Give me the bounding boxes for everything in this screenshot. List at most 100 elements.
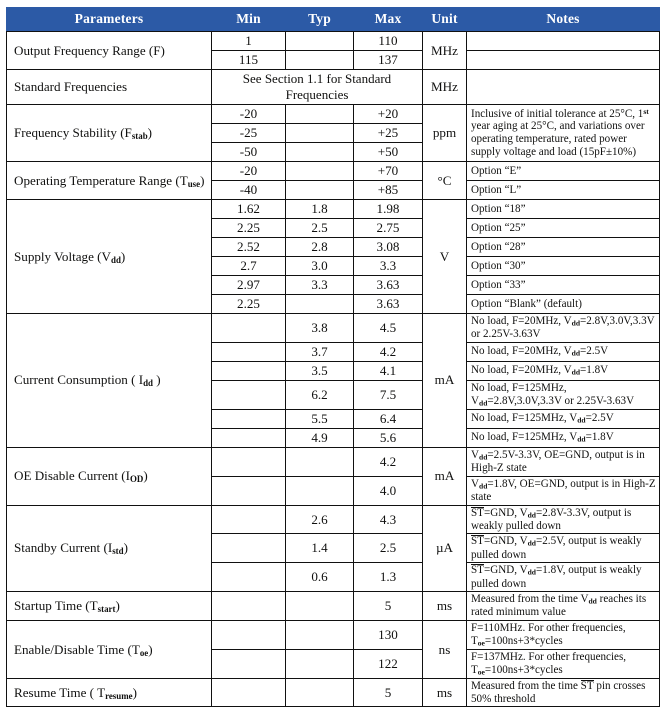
value-max: 1.98 [353,199,423,219]
table-body: Output Frequency Range (F) 1 110 MHz 115 137 S… [6,31,660,707]
value-max: 122 [353,649,423,679]
value-typ: 2.8 [285,237,354,257]
value-max: 137 [353,50,423,70]
value-typ [285,180,354,200]
parameter-name: OE Disable Current (IOD) [6,446,212,506]
value-typ [285,475,354,506]
value-min [211,427,286,448]
value-min [211,591,286,622]
table-row: Operating Temperature Range (Tuse) -20 +70… [6,161,660,200]
value-min: 2.25 [211,218,286,238]
value-typ: 5.5 [285,408,354,429]
value-min [211,504,286,535]
value-typ [285,649,354,679]
value-typ: 3.8 [285,313,354,343]
value-max: 3.08 [353,237,423,257]
note-cell: No load, F=20MHz, Vdd=2.5V [466,341,660,362]
unit-cell: ns [422,620,467,679]
value-min: -40 [211,180,286,200]
column-header-max: Max [353,7,423,32]
table-row: Frequency Stability (Fstab) -20 +20 ppm Incl… [6,104,660,162]
unit-cell: ms [422,677,467,707]
note-cell: No load, F=20MHz, Vdd=1.8V [466,360,660,381]
table-row: Standby Current (Istd) 2.6 4.3 µA ST=GND, Vd… [6,504,660,593]
value-typ [285,104,354,124]
table-row: Resume Time ( Tresume) 5 ms Measured from t… [6,677,660,707]
column-header-parameters: Parameters [6,7,212,32]
table-header: Parameters Min Typ Max Unit Notes [6,7,660,32]
table-row: Standard Frequencies See Section 1.1 for … [6,69,660,105]
note-cell: ST=GND, Vdd=2.8V-3.3V, output is weakly … [466,504,660,535]
value-min: -20 [211,104,286,124]
value-min [211,313,286,343]
value-min [211,475,286,506]
value-min: 2.52 [211,237,286,257]
value-min: 2.7 [211,256,286,276]
table-header-row: Parameters Min Typ Max Unit Notes [6,7,660,32]
value-max: 4.3 [353,504,423,535]
value-max: 3.63 [353,275,423,295]
cropped-text-sliver [8,0,648,4]
note-cell: Option “33” [466,275,660,295]
value-min: -50 [211,142,286,162]
note-cell: Measured from the time ST pin crosses 50… [466,677,660,707]
table-row: Startup Time (Tstart) 5 ms Measured from th… [6,591,660,622]
note-cell: Option “30” [466,256,660,276]
value-typ [285,620,354,651]
value-max: 130 [353,620,423,651]
value-min: 115 [211,50,286,70]
value-min [211,562,286,593]
note-cell [466,69,660,105]
note-cell: Vdd=1.8V, OE=GND, output is in High-Z st… [466,475,660,506]
value-typ [285,50,354,70]
parameter-name: Frequency Stability (Fstab) [6,104,212,162]
value-max: 7.5 [353,379,423,410]
parameter-name: Operating Temperature Range (Tuse) [6,161,212,200]
note-cell: ST=GND, Vdd=2.5V, output is weakly pulle… [466,533,660,564]
unit-cell: mA [422,313,467,448]
note-cell: Option “28” [466,237,660,257]
value-typ: 1.4 [285,533,354,564]
datasheet-page: Parameters Min Typ Max Unit Notes Output Freq… [0,0,667,707]
value-max: 5 [353,591,423,622]
value-max: 4.2 [353,446,423,477]
value-typ: 4.9 [285,427,354,448]
value-max: 5.6 [353,427,423,448]
unit-cell: MHz [422,69,467,105]
note-cell: No load, F=20MHz, Vdd=2.8V,3.0V,3.3V or … [466,313,660,343]
value-max: 4.1 [353,360,423,381]
value-typ [285,591,354,622]
value-max: 5 [353,677,423,707]
value-min [211,649,286,679]
value-max: +50 [353,142,423,162]
value-max: 6.4 [353,408,423,429]
note-cell: No load, F=125MHz, Vdd=1.8V [466,427,660,448]
value-max: +85 [353,180,423,200]
value-typ [285,294,354,314]
parameter-name: Output Frequency Range (F) [6,31,212,70]
column-header-min: Min [211,7,286,32]
value-min [211,341,286,362]
value-min [211,408,286,429]
parameter-name: Enable/Disable Time (Toe) [6,620,212,679]
value-max: 3.63 [353,294,423,314]
note-cell [466,31,660,51]
value-min: -20 [211,161,286,181]
electrical-specifications-table: Parameters Min Typ Max Unit Notes Output Freq… [6,7,660,707]
value-min: 1.62 [211,199,286,219]
value-max: 2.5 [353,533,423,564]
note-cell: Option “E” [466,161,660,181]
value-max: +70 [353,161,423,181]
note-cell [466,50,660,70]
value-typ [285,677,354,707]
unit-cell: µA [422,504,467,593]
value-max: +25 [353,123,423,143]
value-min [211,533,286,564]
value-min: -25 [211,123,286,143]
table-row: Supply Voltage (Vdd) 1.62 1.8 1.98 V Option “… [6,199,660,314]
value-min: 1 [211,31,286,51]
value-min: 2.25 [211,294,286,314]
value-typ: 3.5 [285,360,354,381]
value-min [211,446,286,477]
note-cell: No load, F=125MHz, Vdd=2.8V,3.0V,3.3V or… [466,379,660,410]
